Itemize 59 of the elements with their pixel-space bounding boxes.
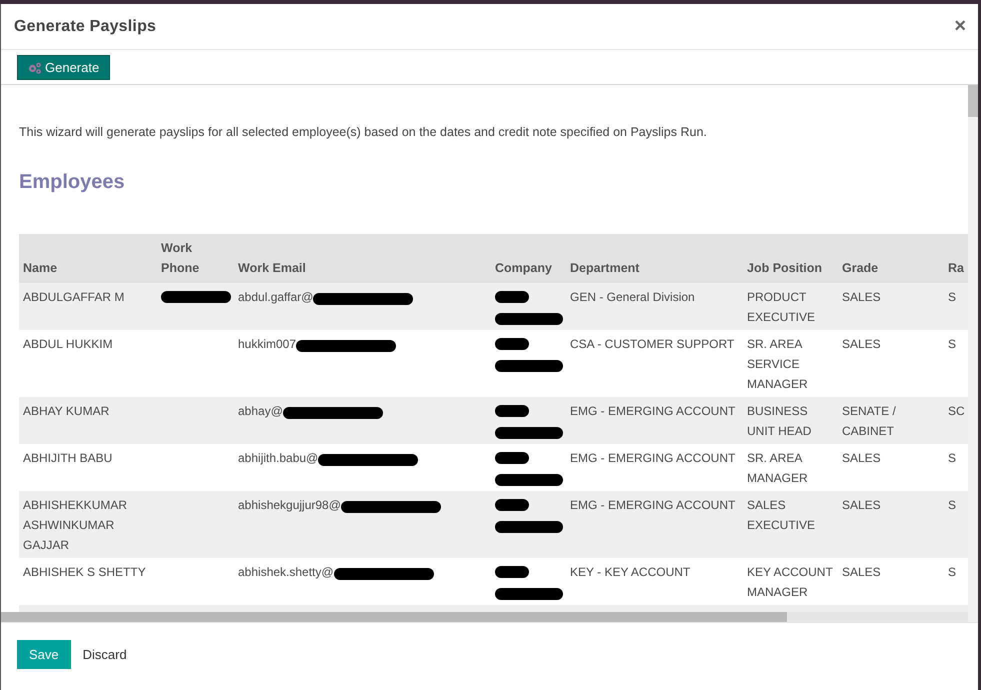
table-cell: EMG - EMERGING ACCOUNT — [570, 498, 736, 512]
table-cell: SR. AREA MANAGER — [747, 451, 808, 485]
table-cell: ABDULGAFFAR M — [23, 290, 124, 304]
table-cell: SALES — [842, 337, 881, 351]
table-cell: EMG - EMERGING ACCOUNT — [570, 404, 736, 418]
table-cell-text: hukkim007 — [238, 336, 296, 353]
table-cell-text: abdul.gaffar@ — [238, 289, 314, 306]
description-text: This wizard will generate payslips for all selected employee(s) based on the dates and credit note specified on Payslips Run. — [19, 125, 708, 139]
table-cell: S — [948, 565, 956, 579]
redaction-mark — [495, 360, 563, 372]
redaction-mark — [495, 521, 563, 533]
redaction-mark — [495, 474, 563, 486]
table-cell: SENATE / CABINET — [842, 404, 896, 438]
discard-button[interactable]: Discard — [70, 640, 139, 669]
table-cell: SR. AREA SERVICE MANAGER — [747, 337, 808, 391]
table-cell-text: abhishek.shetty@ — [238, 564, 334, 581]
vertical-scrollbar[interactable] — [968, 85, 978, 622]
table-cell: GEN - General Division — [570, 290, 695, 304]
table-cell: S — [948, 451, 956, 465]
table-cell: ABDUL HUKKIM — [23, 337, 113, 351]
redaction-mark — [495, 588, 563, 600]
dialog-title: Generate Payslips — [14, 18, 156, 36]
horizontal-scrollbar[interactable] — [1, 612, 968, 622]
table-cell-text: abhijith.babu@ — [238, 450, 318, 467]
table-cell: SALES EXECUTIVE — [747, 498, 816, 532]
redaction-mark — [495, 566, 529, 578]
table-cell: S — [948, 290, 956, 304]
table-cell: ABHISHEKKUMAR ASHWINKUMAR GAJJAR — [23, 498, 128, 552]
redaction-mark — [495, 405, 529, 417]
table-cell: ABHISHEK S SHETTY — [23, 565, 146, 579]
table-cell: S — [948, 498, 956, 512]
table-cell-text: abhishekgujjur98@ — [238, 497, 341, 514]
table-cell-text: abhay@ — [238, 403, 283, 420]
close-button[interactable]: × — [950, 15, 970, 38]
generate-button[interactable]: Generate — [17, 55, 110, 80]
table-cell: EMG - EMERGING ACCOUNT — [570, 451, 736, 465]
redaction-mark — [495, 452, 529, 464]
redaction-mark — [161, 291, 231, 303]
table-cell: SALES — [842, 290, 881, 304]
table-cell: SC — [948, 404, 965, 418]
redaction-mark — [495, 427, 563, 439]
table-cell: S — [948, 337, 956, 351]
table-cell: BUSINESS UNIT HEAD — [747, 404, 812, 438]
table-cell: CSA - CUSTOMER SUPPORT — [570, 337, 734, 351]
table-cell: ABHIJITH BABU — [23, 451, 112, 465]
table-cell: PRODUCT EXECUTIVE — [747, 290, 816, 324]
gears-icon — [28, 62, 42, 74]
table-cell: KEY ACCOUNT MANAGER — [747, 565, 833, 599]
section-title: Employees — [19, 171, 126, 194]
redaction-mark — [495, 313, 563, 325]
table-cell: SALES — [842, 451, 881, 465]
table-cell: SALES — [842, 565, 881, 579]
table-cell: SALES — [842, 498, 881, 512]
redaction-mark — [495, 291, 529, 303]
table-cell: KEY - KEY ACCOUNT — [570, 565, 690, 579]
table-cell: ABHAY KUMAR — [23, 404, 110, 418]
redaction-mark — [495, 499, 529, 511]
save-button[interactable]: Save — [17, 640, 71, 669]
redaction-mark — [495, 338, 529, 350]
